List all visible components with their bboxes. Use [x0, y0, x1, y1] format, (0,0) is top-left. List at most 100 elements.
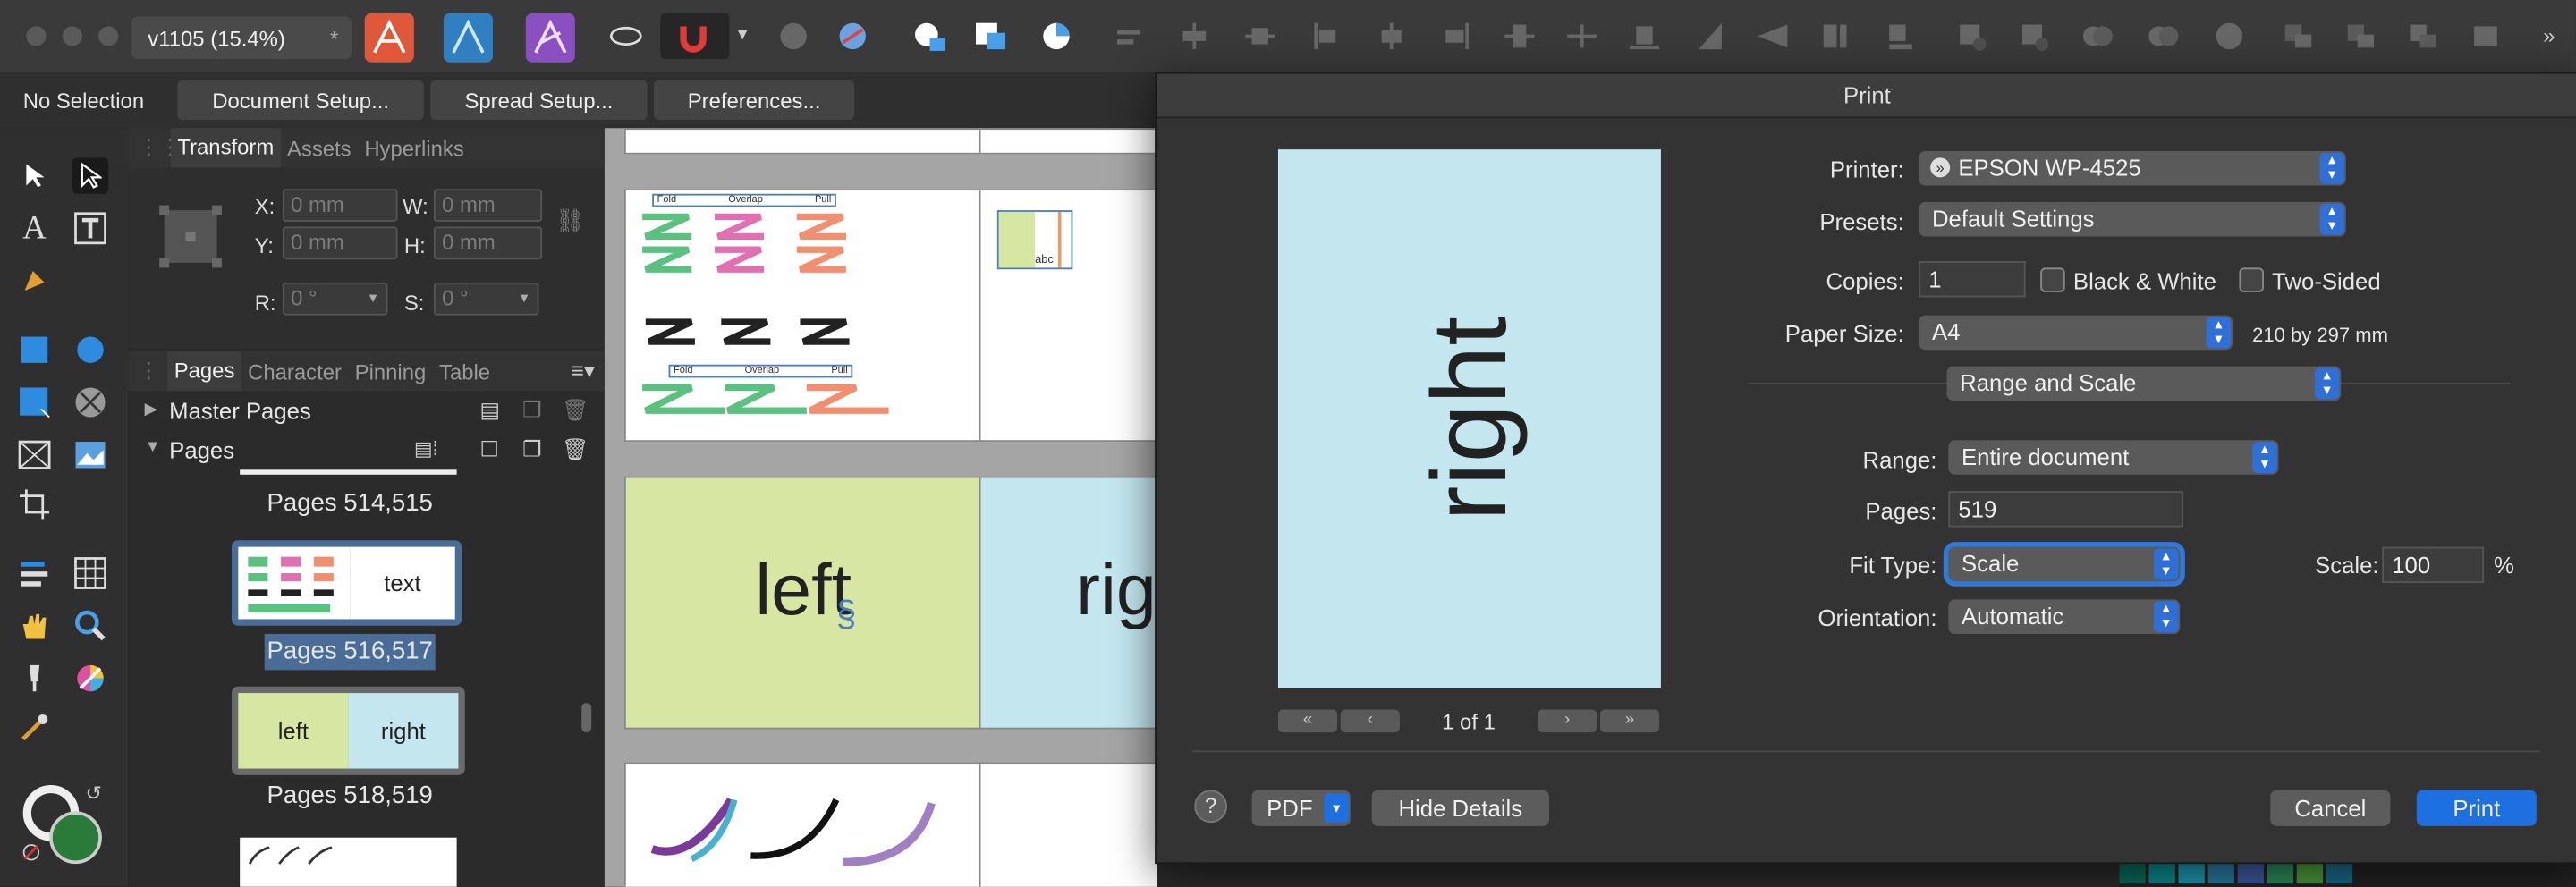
range-popup[interactable]: Entire document ▴ ▾ — [1948, 440, 2279, 475]
fill-swatch[interactable] — [49, 811, 102, 865]
tab-table[interactable]: Table — [433, 359, 497, 384]
page-518[interactable]: left § — [623, 476, 983, 730]
spread-setup-button[interactable]: Spread Setup... — [430, 80, 648, 121]
add-shape-icon[interactable] — [1955, 20, 1991, 53]
snapping-dropdown-icon[interactable]: ▼ — [734, 26, 750, 44]
xor-shape-icon[interactable] — [2146, 20, 2182, 53]
spread-thumb-next[interactable] — [240, 837, 457, 887]
align-right-icon[interactable] — [1439, 20, 1475, 53]
scale-field[interactable]: 100 — [2382, 546, 2485, 584]
tab-transform[interactable]: Transform — [171, 128, 281, 168]
arrange-forward-icon[interactable] — [2405, 20, 2441, 53]
preflight-icon[interactable] — [775, 20, 811, 53]
pages-disclosure-icon[interactable]: ▼ — [145, 438, 161, 456]
distribute-h-icon[interactable] — [1373, 20, 1409, 53]
left-page-text[interactable]: left — [626, 550, 981, 632]
add-page-icon[interactable]: ☐ — [479, 437, 498, 463]
page-517[interactable]: abc — [979, 189, 1157, 443]
w-field[interactable]: 0 mm — [433, 189, 543, 222]
zoom-tool-icon[interactable] — [72, 608, 108, 644]
hand-tool-icon[interactable] — [16, 608, 52, 644]
spread-label-518-519[interactable]: Pages 518,519 — [128, 781, 572, 809]
text-frame-icon[interactable] — [911, 20, 946, 53]
page-520[interactable] — [623, 762, 983, 887]
spread-top-left[interactable] — [623, 128, 983, 155]
publisher-persona-icon[interactable] — [364, 13, 414, 63]
align-top-icon[interactable] — [1308, 20, 1343, 53]
prev-page-button[interactable]: ‹ — [1340, 709, 1400, 733]
view-mode-icon[interactable] — [608, 20, 644, 53]
ellipse-tool-icon[interactable] — [72, 332, 108, 367]
align-left-icon[interactable] — [1111, 20, 1147, 53]
distribute-v-icon[interactable] — [1502, 20, 1538, 53]
tab-character[interactable]: Character — [242, 359, 349, 384]
document-tab[interactable]: v1105 (15.4%) * — [131, 16, 352, 60]
spread-top-right[interactable] — [979, 128, 1157, 155]
shear-dropdown-icon[interactable]: ▼ — [518, 284, 531, 314]
colour-picker-icon[interactable] — [835, 20, 870, 53]
delete-master-icon[interactable]: 🗑 — [562, 397, 589, 423]
presets-popup[interactable]: Default Settings ▴ ▾ — [1919, 201, 2346, 237]
text-frame-abc[interactable]: abc — [996, 210, 1073, 270]
print-button[interactable]: Print — [2416, 790, 2537, 826]
orientation-popup[interactable]: Automatic ▴ ▾ — [1948, 599, 2181, 634]
window-close-button[interactable] — [26, 26, 47, 46]
flip-h-icon[interactable] — [1817, 20, 1852, 53]
pdf-menu-button[interactable]: PDF ▾ — [1251, 790, 1351, 826]
rectangle-tool-icon[interactable] — [16, 332, 52, 367]
link-chain-icon[interactable]: § — [836, 593, 856, 636]
rotation-field[interactable]: 0 ° ▼ — [282, 282, 388, 316]
toolbar-overflow-icon[interactable]: » — [2543, 23, 2555, 48]
arrange-backward-icon[interactable] — [2343, 20, 2378, 53]
master-pages-disclosure-icon[interactable]: ▶ — [145, 401, 157, 418]
section-popup[interactable]: Range and Scale ▴ ▾ — [1946, 366, 2342, 401]
black-white-checkbox[interactable] — [2040, 267, 2065, 292]
tab-assets[interactable]: Assets — [281, 136, 358, 161]
master-pages-header[interactable]: Master Pages — [169, 397, 311, 423]
anchor-point-icon[interactable] — [157, 204, 223, 269]
rotation-dropdown-icon[interactable]: ▼ — [367, 284, 380, 314]
window-minimize-button[interactable] — [62, 26, 82, 46]
photo-persona-icon[interactable] — [525, 13, 575, 63]
help-button[interactable]: ? — [1194, 790, 1228, 824]
colour-wheel-icon[interactable] — [72, 660, 108, 696]
pages-field[interactable]: 519 — [1948, 491, 2183, 528]
spread-thumb-partial[interactable] — [240, 469, 457, 475]
right-page-text[interactable]: rig — [1076, 550, 1157, 632]
swap-colours-icon[interactable]: ↺ — [86, 781, 102, 805]
next-page-button[interactable]: › — [1538, 709, 1597, 733]
x-field[interactable]: 0 mm — [282, 189, 398, 222]
delete-page-icon[interactable]: 🗑 — [562, 437, 589, 463]
fill-tool-icon[interactable] — [16, 660, 52, 696]
node-tool-icon[interactable] — [72, 157, 109, 194]
divide-shape-icon[interactable] — [2211, 20, 2247, 53]
eyedropper-icon[interactable] — [16, 709, 52, 745]
arrange-back-icon[interactable] — [2280, 20, 2316, 53]
page-519[interactable]: rig — [979, 476, 1157, 730]
copies-field[interactable]: 1 — [1919, 261, 2026, 298]
panel-menu-icon[interactable]: ≡▾ — [572, 358, 595, 384]
picture-frame-rect-icon[interactable] — [16, 437, 52, 473]
align-center-icon[interactable] — [1176, 20, 1212, 53]
y-field[interactable]: 0 mm — [282, 226, 398, 260]
hide-details-button[interactable]: Hide Details — [1371, 790, 1550, 826]
preferences-button[interactable]: Preferences... — [654, 80, 855, 121]
h-field[interactable]: 0 mm — [433, 226, 543, 260]
window-zoom-button[interactable] — [98, 26, 119, 46]
move-tool-icon[interactable] — [16, 157, 52, 193]
frame-text-tool-icon[interactable] — [72, 210, 108, 246]
pages-scrollbar[interactable] — [581, 703, 592, 733]
fit-type-popup[interactable]: Scale ▴ ▾ — [1948, 546, 2181, 582]
document-setup-button[interactable]: Document Setup... — [177, 80, 424, 121]
spread-label-514-515[interactable]: Pages 514,515 — [128, 489, 572, 517]
table-tool-icon[interactable] — [72, 555, 108, 591]
shape-tool-icon[interactable] — [16, 384, 52, 420]
align-h-center-icon[interactable] — [1564, 20, 1600, 53]
last-page-button[interactable]: » — [1599, 709, 1660, 733]
spread-thumb-518-519[interactable]: left right — [231, 686, 465, 775]
align-middle-icon[interactable] — [1242, 20, 1278, 53]
panel-grip-icon[interactable]: ⋮⋮ — [128, 135, 181, 161]
printer-popup[interactable]: » EPSON WP-4525 ▴ ▾ — [1919, 150, 2346, 186]
flip-v-icon[interactable] — [1883, 20, 1919, 53]
spread-thumb-516-517[interactable]: text — [231, 540, 462, 626]
